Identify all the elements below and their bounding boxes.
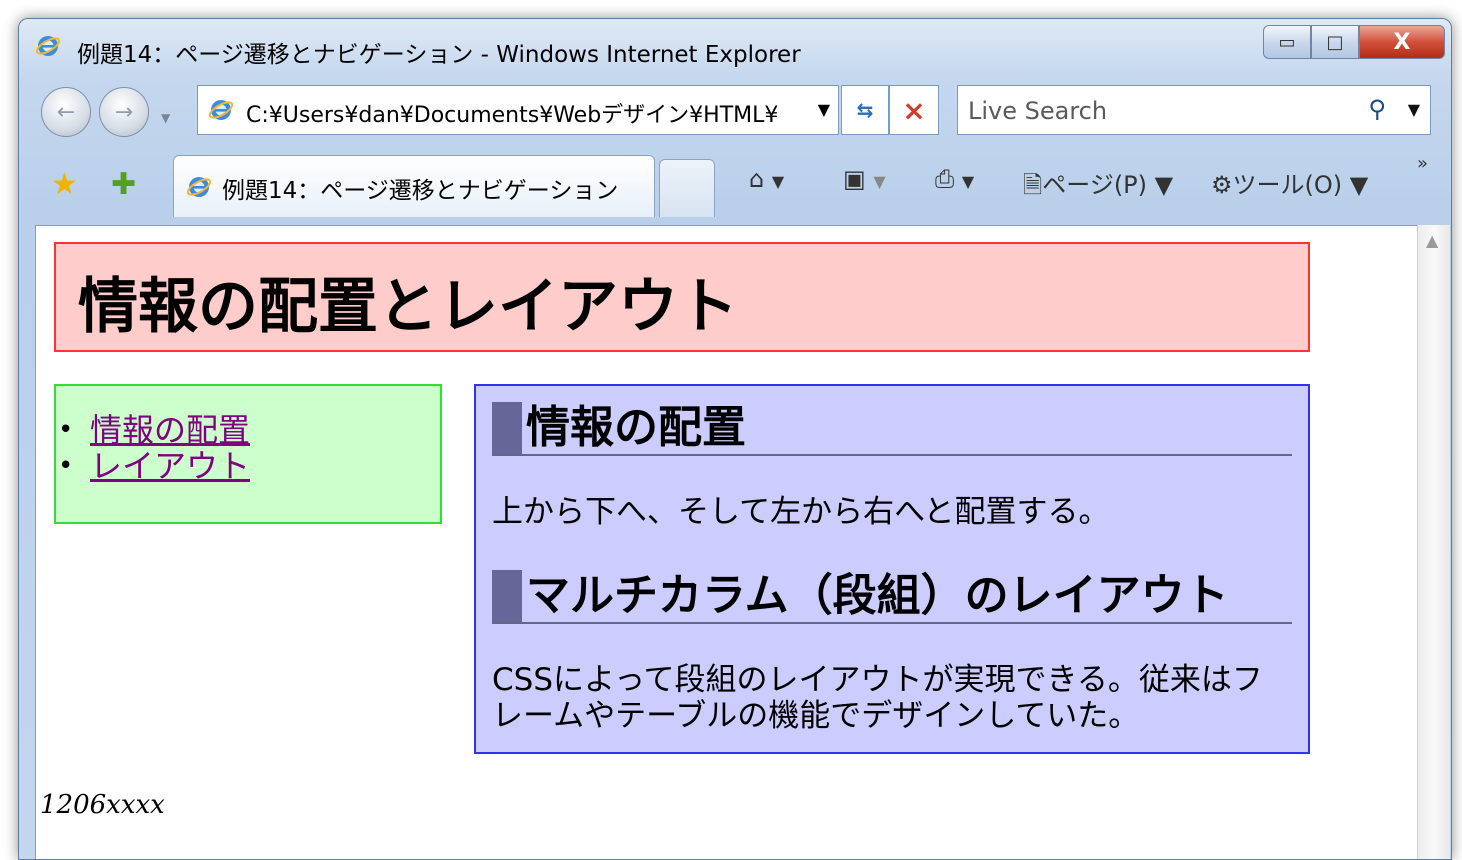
history-dropdown[interactable]: ▼ <box>161 111 170 125</box>
nav-item: 情報の配置 <box>56 412 250 448</box>
scroll-up-icon[interactable]: ▲ <box>1426 231 1438 250</box>
nav-list: 情報の配置 レイアウト <box>56 412 250 484</box>
feed-icon: ▣ <box>843 165 866 193</box>
back-icon: ← <box>56 99 76 125</box>
section-heading: マルチカラム（段組）のレイアウト <box>492 570 1292 624</box>
favorites-star-icon[interactable]: ★ <box>51 167 78 202</box>
section-paragraph: CSSによって段組のレイアウトが実現できる。従来はフレームやテーブルの機能でデザ… <box>492 662 1263 734</box>
home-icon: ⌂ <box>749 165 765 193</box>
add-favorites-icon[interactable]: ✚ <box>111 167 136 202</box>
feeds-button[interactable]: ▣ ▼ <box>843 165 886 193</box>
ie-logo-icon <box>35 36 61 56</box>
page-content: 情報の配置とレイアウト 情報の配置 レイアウト 情報の配置 上から下へ、そして左… <box>35 225 1418 859</box>
gear-icon: ⚙ <box>1211 171 1233 199</box>
address-text[interactable]: C:¥Users¥dan¥Documents¥Webデザイン¥HTML¥ <box>246 97 806 129</box>
ie-tab-icon <box>186 177 212 197</box>
new-tab-button[interactable] <box>659 159 715 217</box>
nav-item: レイアウト <box>56 448 250 484</box>
search-input[interactable]: Live Search <box>968 97 1107 125</box>
print-icon: ⎙ <box>935 165 955 193</box>
address-dropdown-icon[interactable]: ▼ <box>818 100 830 119</box>
maximize-button[interactable]: □ <box>1311 25 1359 59</box>
home-button[interactable]: ⌂ ▼ <box>749 165 784 193</box>
main-content: 情報の配置 上から下へ、そして左から右へと配置する。 マルチカラム（段組）のレイ… <box>474 384 1310 754</box>
navigation-bar: ← → ▼ C:¥Users¥dan¥Documents¥Webデザイン¥HTM… <box>19 81 1451 143</box>
heading-bar <box>492 402 522 454</box>
search-icon[interactable]: ⚲ <box>1368 95 1386 123</box>
window-title: 例題14：ページ遷移とナビゲーション - Windows Internet Ex… <box>77 42 801 68</box>
minimize-button[interactable]: ▭ <box>1263 25 1311 59</box>
overflow-chevron[interactable]: » <box>1417 153 1428 174</box>
refresh-icon: ⇆ <box>856 98 874 122</box>
nav-link-layout[interactable]: レイアウト <box>90 447 250 485</box>
search-box[interactable]: Live Search ⚲ ▼ <box>957 85 1431 135</box>
tools-menu-label: ツール(O) ▼ <box>1232 171 1369 199</box>
section-heading-text: 情報の配置 <box>526 402 746 453</box>
nav-link-placement[interactable]: 情報の配置 <box>90 411 250 449</box>
page-footer: 1206xxxx <box>40 790 165 820</box>
page-icon: 🗎 <box>1023 171 1043 199</box>
title-bar: 例題14：ページ遷移とナビゲーション - Windows Internet Ex… <box>19 19 1451 79</box>
tab-current[interactable]: 例題14：ページ遷移とナビゲーション <box>173 155 655 217</box>
print-button[interactable]: ⎙ ▼ <box>935 165 974 193</box>
page-header: 情報の配置とレイアウト <box>54 242 1310 352</box>
search-dropdown-icon[interactable]: ▼ <box>1408 100 1420 119</box>
back-button[interactable]: ← <box>41 87 91 137</box>
heading-bar <box>492 570 522 622</box>
tab-title: 例題14：ページ遷移とナビゲーション <box>222 178 619 204</box>
address-bar[interactable]: C:¥Users¥dan¥Documents¥Webデザイン¥HTML¥ ▼ <box>197 85 839 135</box>
stop-icon: × <box>902 93 926 127</box>
vertical-scrollbar[interactable]: ▲ <box>1417 225 1450 859</box>
ie-page-icon <box>208 100 234 120</box>
browser-window: 例題14：ページ遷移とナビゲーション - Windows Internet Ex… <box>18 18 1452 860</box>
caption-buttons: ▭ □ X <box>1263 25 1445 59</box>
page-menu-label: ページ(P) ▼ <box>1042 171 1174 199</box>
close-button[interactable]: X <box>1359 25 1445 59</box>
section-heading: 情報の配置 <box>492 402 1292 456</box>
stop-button[interactable]: × <box>889 85 939 135</box>
section-heading-text: マルチカラム（段組）のレイアウト <box>526 570 1229 621</box>
refresh-button[interactable]: ⇆ <box>841 85 889 135</box>
side-navigation: 情報の配置 レイアウト <box>54 384 442 524</box>
forward-button[interactable]: → <box>99 87 149 137</box>
page-menu[interactable]: 🗎ページ(P) ▼ <box>1023 165 1173 209</box>
tools-menu[interactable]: ⚙ツール(O) ▼ <box>1211 165 1368 200</box>
section-paragraph: 上から下へ、そして左から右へと配置する。 <box>492 494 1110 530</box>
page-title: 情報の配置とレイアウト <box>78 272 738 342</box>
forward-icon: → <box>114 99 134 125</box>
command-bar: ★ ✚ 例題14：ページ遷移とナビゲーション ⌂ ▼ ▣ ▼ ⎙ ▼ 🗎ページ(… <box>33 153 1451 217</box>
